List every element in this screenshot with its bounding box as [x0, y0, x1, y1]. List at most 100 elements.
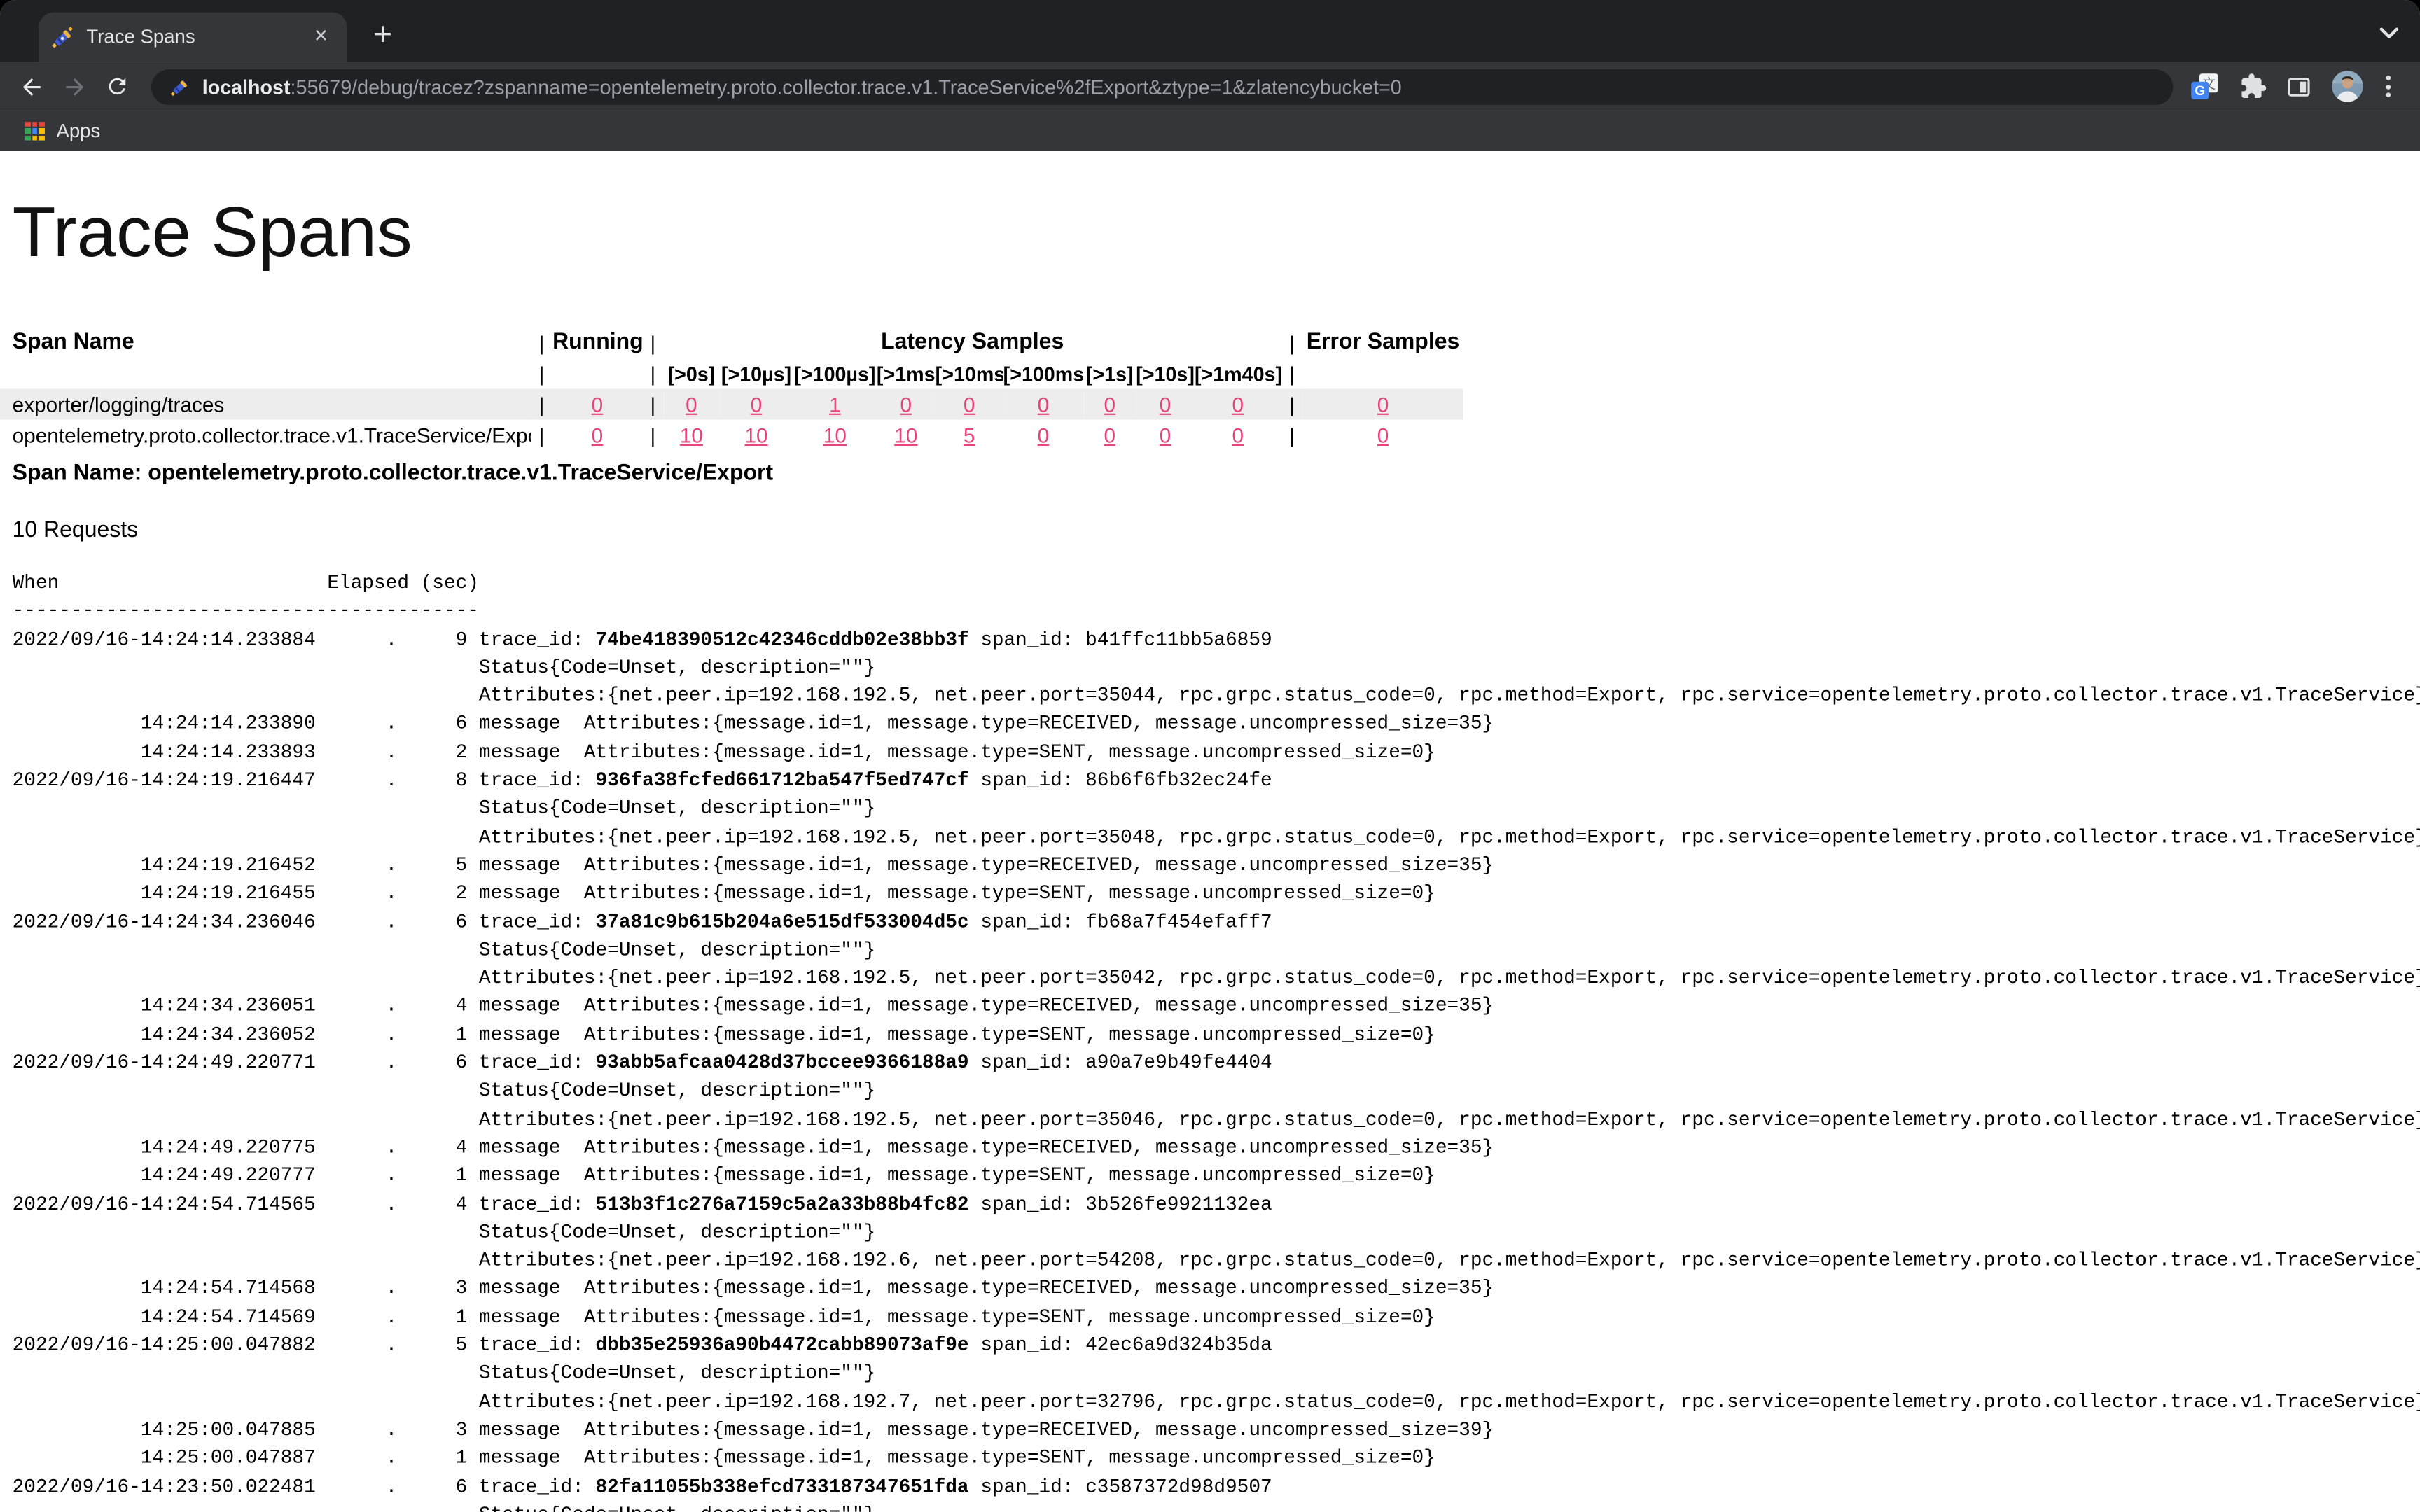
latency-sample-count-link[interactable]: 10 — [744, 424, 767, 447]
span-name-cell: exporter/logging/traces — [0, 388, 531, 419]
latency-sample-count-link[interactable]: 0 — [751, 393, 763, 416]
latency-sample-count-link[interactable]: 0 — [900, 393, 912, 416]
request-count: 10 Requests — [13, 519, 2420, 543]
tab-title: Trace Spans — [86, 26, 307, 48]
latency-sample-count-link[interactable]: 0 — [1160, 424, 1171, 447]
empty-cell — [1302, 358, 1463, 388]
event-line: 14:24:14.233893 . 2 message Attributes:{… — [13, 738, 2420, 766]
error-count-cell: 0 — [1302, 388, 1463, 419]
profile-avatar[interactable] — [2330, 69, 2364, 103]
latency-bucket-label: [>0s] — [664, 358, 719, 388]
bucket-header-row: ||[>0s][>10µs][>100µs][>1ms][>10ms][>100… — [0, 358, 1463, 388]
request-line: 2022/09/16-14:24:49.220771 . 6 trace_id:… — [13, 1049, 2420, 1077]
side-panel-icon[interactable] — [2286, 74, 2311, 99]
event-line: 14:24:34.236052 . 1 message Attributes:{… — [13, 1021, 2420, 1049]
browser-menu-icon[interactable] — [2383, 73, 2393, 101]
event-line: 14:24:19.216455 . 2 message Attributes:{… — [13, 880, 2420, 908]
error-count-link[interactable]: 0 — [1377, 393, 1389, 416]
event-line: 14:24:19.216452 . 5 message Attributes:{… — [13, 852, 2420, 880]
latency-sample-count-link[interactable]: 10 — [823, 424, 847, 447]
latency-sample-count-link[interactable]: 1 — [829, 393, 841, 416]
latency-sample-count-link[interactable]: 5 — [964, 424, 975, 447]
latency-sample-count-link[interactable]: 10 — [680, 424, 703, 447]
latency-sample-count-cell: 0 — [719, 388, 793, 419]
forward-button[interactable] — [53, 65, 96, 108]
divider-pipe: | — [642, 420, 664, 451]
extensions-puzzle-icon[interactable] — [2239, 73, 2267, 101]
divider-pipe: | — [1281, 358, 1303, 388]
request-log: When Elapsed (sec)----------------------… — [13, 569, 2420, 1512]
error-count-link[interactable]: 0 — [1377, 424, 1389, 447]
latency-sample-count-link[interactable]: 0 — [1038, 424, 1050, 447]
translate-extension-icon[interactable]: 文 G — [2188, 70, 2220, 102]
latency-sample-count-link[interactable]: 0 — [964, 393, 975, 416]
reload-button[interactable] — [96, 65, 139, 108]
latency-sample-count-link[interactable]: 10 — [894, 424, 917, 447]
latency-sample-count-cell: 0 — [1003, 420, 1084, 451]
latency-sample-count-cell: 0 — [1195, 420, 1281, 451]
event-line: 14:24:49.220775 . 4 message Attributes:{… — [13, 1134, 2420, 1162]
latency-sample-count-link[interactable]: 0 — [1038, 393, 1050, 416]
event-line: 14:24:54.714568 . 3 message Attributes:{… — [13, 1275, 2420, 1303]
latency-bucket-label: [>10µs] — [719, 358, 793, 388]
divider-pipe: | — [1281, 420, 1303, 451]
divider-pipe: | — [642, 358, 664, 388]
latency-sample-count-link[interactable]: 0 — [1104, 393, 1115, 416]
browser-tab[interactable]: Trace Spans × — [39, 13, 347, 62]
latency-sample-count-cell: 0 — [1083, 420, 1136, 451]
log-divider-line: ---------------------------------------- — [13, 598, 2420, 626]
event-line: 14:25:00.047887 . 1 message Attributes:{… — [13, 1444, 2420, 1472]
latency-sample-count-cell: 5 — [936, 420, 1003, 451]
reload-icon — [105, 74, 130, 99]
status-line: Status{Code=Unset, description=""} — [13, 1501, 2420, 1512]
divider-pipe: | — [642, 327, 664, 358]
event-line: 14:24:14.233890 . 6 message Attributes:{… — [13, 710, 2420, 738]
tab-search-chevron-icon[interactable] — [2374, 17, 2405, 48]
request-line: 2022/09/16-14:24:14.233884 . 9 trace_id:… — [13, 626, 2420, 654]
tab-close-icon[interactable]: × — [307, 23, 335, 51]
latency-sample-count-link[interactable]: 0 — [1232, 393, 1244, 416]
url-host: localhost — [202, 75, 291, 98]
back-button[interactable] — [9, 65, 53, 108]
running-count-link[interactable]: 0 — [592, 393, 604, 416]
address-bar[interactable]: localhost:55679/debug/tracez?zspanname=o… — [151, 69, 2173, 104]
divider-pipe: | — [531, 420, 552, 451]
latency-sample-count-link[interactable]: 0 — [1104, 424, 1115, 447]
status-line: Status{Code=Unset, description=""} — [13, 654, 2420, 682]
latency-sample-count-link[interactable]: 0 — [1160, 393, 1171, 416]
latency-sample-count-cell: 10 — [664, 420, 719, 451]
event-line: 14:24:34.236051 . 4 message Attributes:{… — [13, 993, 2420, 1021]
browser-window: Trace Spans × + — [0, 0, 2420, 1512]
url-path: :55679/debug/tracez?zspanname=openteleme… — [291, 75, 1402, 98]
status-line: Status{Code=Unset, description=""} — [13, 1219, 2420, 1247]
browser-toolbar: localhost:55679/debug/tracez?zspanname=o… — [0, 62, 2420, 111]
bookmark-apps[interactable]: Apps — [56, 120, 100, 142]
latency-sample-count-cell: 0 — [1003, 388, 1084, 419]
latency-bucket-label: [>100µs] — [793, 358, 877, 388]
request-line: 2022/09/16-14:23:50.022481 . 6 trace_id:… — [13, 1473, 2420, 1501]
summary-header-row: Span Name|Running|Latency Samples|Error … — [0, 327, 1463, 358]
status-line: Status{Code=Unset, description=""} — [13, 1077, 2420, 1105]
latency-sample-count-link[interactable]: 0 — [686, 393, 697, 416]
span-summary-table: Span Name|Running|Latency Samples|Error … — [0, 327, 1463, 450]
latency-sample-count-cell: 0 — [1136, 420, 1195, 451]
latency-sample-count-cell: 0 — [936, 388, 1003, 419]
status-line: Status{Code=Unset, description=""} — [13, 1360, 2420, 1388]
divider-pipe: | — [1281, 388, 1303, 419]
latency-sample-count-cell: 10 — [877, 420, 936, 451]
latency-sample-count-link[interactable]: 0 — [1232, 424, 1244, 447]
new-tab-button[interactable]: + — [361, 15, 405, 59]
latency-bucket-label: [>1s] — [1083, 358, 1136, 388]
event-line: 14:25:00.047885 . 3 message Attributes:{… — [13, 1416, 2420, 1444]
span-row: opentelemetry.proto.collector.trace.v1.T… — [0, 420, 1463, 451]
tab-strip: Trace Spans × + — [0, 0, 2420, 62]
running-count-link[interactable]: 0 — [592, 424, 604, 447]
bookmarks-bar: Apps — [0, 111, 2420, 151]
toolbar-actions: 文 G — [2188, 69, 2393, 103]
span-name-cell: opentelemetry.proto.collector.trace.v1.T… — [0, 420, 531, 451]
divider-pipe: | — [1281, 327, 1303, 358]
request-line: 2022/09/16-14:24:34.236046 . 6 trace_id:… — [13, 908, 2420, 936]
latency-sample-count-cell: 0 — [1136, 388, 1195, 419]
attributes-line: Attributes:{net.peer.ip=192.168.192.5, n… — [13, 682, 2420, 710]
window: Trace Spans × + — [0, 0, 2420, 1512]
